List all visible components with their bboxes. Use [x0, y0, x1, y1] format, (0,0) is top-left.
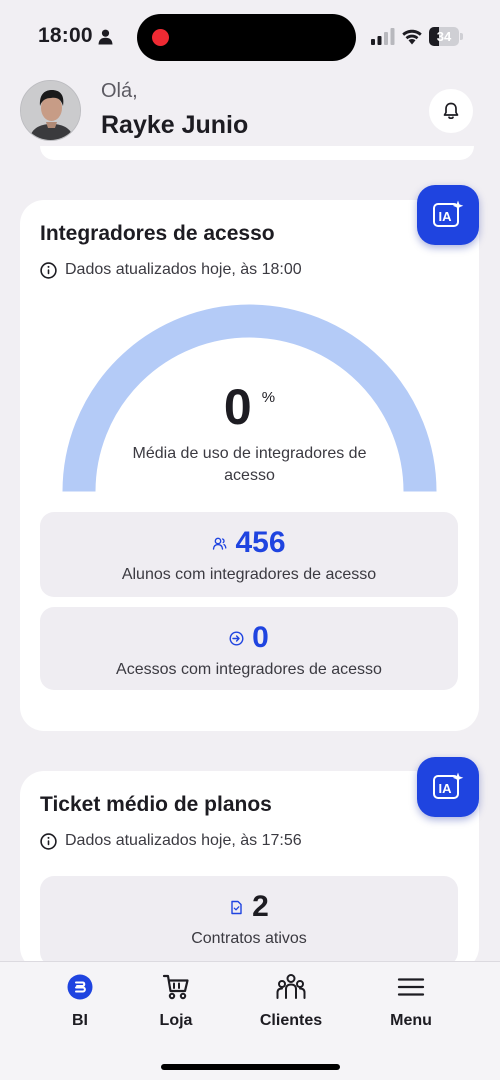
previous-card	[40, 146, 474, 160]
ia-button[interactable]: IA	[417, 757, 479, 817]
gauge-percent-unit: %	[261, 389, 276, 406]
updated-info: Dados atualizados hoje, às 17:56	[40, 832, 302, 850]
notifications-button[interactable]	[429, 89, 473, 133]
stat-value: 0	[252, 621, 269, 654]
dynamic-island	[137, 14, 356, 61]
stat-label: Alunos com integradores de acesso	[121, 566, 377, 583]
person-icon	[98, 29, 113, 45]
nav-item-bi[interactable]: BI	[30, 972, 130, 1030]
nav-label: Clientes	[259, 1012, 323, 1029]
stat-alunos[interactable]: 456 Alunos com integradores de acesso	[40, 512, 458, 597]
nav-label: Loja	[159, 1012, 193, 1029]
nav-item-clientes[interactable]: Clientes	[241, 972, 341, 1030]
recording-indicator	[152, 29, 169, 46]
ticket-card: Ticket médio de planos Dados atualizados…	[20, 771, 479, 971]
battery-icon: 34	[429, 27, 463, 46]
updated-info: Dados atualizados hoje, às 18:00	[40, 261, 302, 279]
avatar[interactable]	[20, 80, 81, 141]
hamburger-icon	[397, 978, 425, 996]
nav-item-menu[interactable]: Menu	[361, 972, 461, 1030]
gauge-value: 0%	[20, 378, 479, 436]
people-icon	[276, 974, 306, 999]
svg-text:IA: IA	[439, 781, 453, 796]
stat-value: 2	[252, 890, 269, 923]
card-title: Integradores de acesso	[40, 222, 275, 245]
stat-value: 456	[235, 526, 286, 559]
bottom-nav: BI Loja Clientes Menu	[0, 961, 500, 1080]
nav-label: Menu	[390, 1012, 432, 1029]
bell-icon	[443, 102, 459, 120]
stat-label: Contratos ativos	[191, 930, 307, 947]
user-name: Rayke Junio	[101, 111, 249, 139]
ia-sparkle-icon: IA	[433, 772, 464, 799]
stat-label: Acessos com integradores de acesso	[116, 661, 382, 678]
info-icon	[40, 261, 57, 279]
battery-level: 34	[436, 29, 452, 44]
users-icon	[213, 537, 227, 550]
cart-icon	[162, 974, 189, 1000]
nav-label: BI	[72, 1012, 88, 1029]
updated-text: Dados atualizados hoje, às 18:00	[65, 261, 302, 278]
status-bar: 18:00 34	[0, 0, 500, 72]
integradores-card: Integradores de acesso Dados atualizados…	[20, 200, 479, 731]
document-icon	[231, 900, 242, 914]
home-indicator	[161, 1064, 340, 1070]
stat-acessos[interactable]: 0 Acessos com integradores de acesso	[40, 607, 458, 690]
signal-icon	[371, 28, 395, 45]
bi-icon	[67, 974, 93, 1000]
gauge-caption: Média de uso de integradores de acesso	[132, 445, 367, 484]
status-time: 18:00	[38, 24, 93, 47]
stat-contratos[interactable]: 2 Contratos ativos	[40, 876, 458, 966]
info-icon	[40, 832, 57, 850]
nav-item-loja[interactable]: Loja	[126, 972, 226, 1030]
updated-text: Dados atualizados hoje, às 17:56	[65, 832, 302, 849]
gauge-percent-value: 0	[223, 379, 252, 435]
ia-sparkle-icon: IA	[433, 200, 464, 227]
card-title: Ticket médio de planos	[40, 793, 272, 816]
login-icon	[229, 630, 244, 646]
wifi-icon	[402, 29, 422, 45]
ia-button[interactable]: IA	[417, 185, 479, 245]
greeting: Olá,	[101, 80, 138, 102]
svg-text:IA: IA	[439, 209, 453, 224]
